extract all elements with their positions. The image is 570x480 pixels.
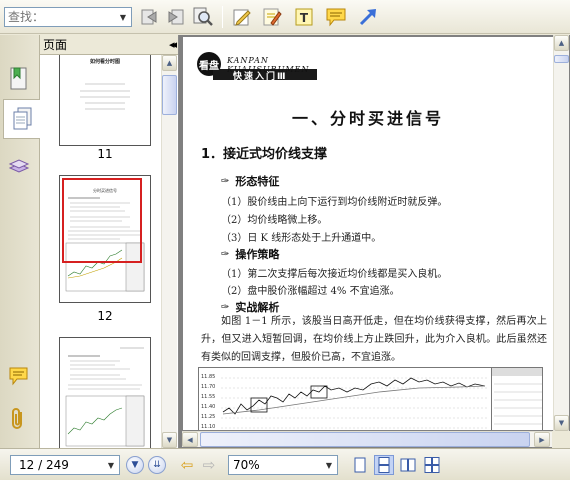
- scroll-thumb[interactable]: [554, 55, 569, 63]
- subheading-features: ✑ 形态特征: [221, 173, 279, 189]
- scroll-down-button[interactable]: ▼: [162, 432, 177, 448]
- body-line: （2）盘中股价涨幅超过 4% 不宜追涨。: [221, 286, 400, 297]
- section-heading: 1．接近式均价线支撑: [201, 147, 328, 162]
- comments-tab[interactable]: [3, 357, 35, 397]
- continuous-view-icon[interactable]: [374, 455, 394, 475]
- page-thumbnails: 如何看分时图 11 分时买进信号 12 ▲ ▼: [40, 55, 178, 448]
- prev-find-icon[interactable]: [137, 5, 161, 29]
- arrow-tool-icon[interactable]: [356, 5, 380, 29]
- intraday-chart-figure: 11.85 11.70 11.55 11.40 11.25 11.10: [198, 367, 543, 430]
- attachments-tab[interactable]: [3, 399, 35, 439]
- subheading-strategy: ✑ 操作策略: [221, 246, 279, 262]
- text-tool-icon[interactable]: T: [292, 5, 316, 29]
- document-vertical-scrollbar[interactable]: ▲ ▼: [553, 35, 569, 448]
- zoom-search-icon[interactable]: [191, 5, 215, 29]
- body-line: （1）第二次支撑后每次接近均价线都是买入良机。: [221, 269, 448, 280]
- pencil-tool-icon[interactable]: [230, 5, 254, 29]
- zoom-input[interactable]: [229, 456, 319, 474]
- zoom-combobox[interactable]: ▼: [228, 455, 338, 475]
- thumb-heading: 如何看分时图: [90, 58, 120, 65]
- quote-panel: [491, 368, 542, 430]
- logo-title: 快速入门Ⅲ: [233, 72, 288, 82]
- scrollbar-corner: [552, 431, 570, 448]
- forward-arrow-icon[interactable]: ⇨: [199, 455, 219, 475]
- navigation-statusbar: ▼ ▼ ⇊ ⇦ ⇨ ▼: [0, 448, 570, 480]
- body-paragraph: 如图 1－1 所示，该股当日高开低走，但在均价线获得支撑，然后再次上升，但又进入…: [201, 316, 547, 363]
- pen-icon: ✑: [221, 248, 230, 260]
- chevron-down-icon[interactable]: ▼: [115, 8, 131, 26]
- note-tool-icon[interactable]: [324, 5, 348, 29]
- main-toolbar: ▼ T: [0, 0, 570, 34]
- highlight-tool-icon[interactable]: [260, 5, 284, 29]
- average-line: [222, 385, 486, 415]
- page-thumbnail-12[interactable]: 分时买进信号: [59, 175, 151, 303]
- body-line: （3）日 K 线形态处于上升通道中。: [221, 233, 382, 244]
- next-page-icon[interactable]: ⇊: [148, 456, 166, 474]
- subheading-text: 形态特征: [235, 175, 280, 188]
- scroll-up-button[interactable]: ▲: [554, 35, 569, 51]
- subheading-text: 操作策略: [235, 248, 280, 261]
- bookmarks-tab[interactable]: [3, 59, 35, 99]
- sidebar-tab-strip: [0, 35, 41, 448]
- page-thumbnail-11[interactable]: 如何看分时图: [59, 55, 151, 146]
- thumbnail-label: 11: [97, 147, 113, 161]
- collapse-panel-icon[interactable]: ◂◂: [169, 38, 177, 51]
- thumbnail-label: 12: [97, 309, 113, 323]
- scroll-thumb[interactable]: [162, 75, 177, 115]
- document-horizontal-scrollbar[interactable]: ◀ ▶: [182, 431, 552, 447]
- thumb-heading: 分时买进信号: [93, 187, 117, 193]
- layers-tab[interactable]: [3, 145, 35, 185]
- back-arrow-icon[interactable]: ⇦: [177, 455, 197, 475]
- pen-icon: ✑: [221, 301, 230, 313]
- body-line: （2）均价线略微上移。: [221, 215, 328, 226]
- pages-panel-title: 页面: [43, 38, 68, 52]
- thumbnails-scrollbar[interactable]: ▲ ▼: [161, 55, 177, 448]
- previous-page-icon[interactable]: ▼: [126, 456, 144, 474]
- page-number-input[interactable]: [11, 456, 101, 474]
- pages-tab[interactable]: [3, 99, 41, 139]
- chevron-down-icon[interactable]: ▼: [321, 456, 337, 474]
- continuous-facing-view-icon[interactable]: [422, 455, 442, 475]
- document-page: 看盘 KANPAN KUAIJSURUMEN 快速入门Ⅲ 一、分时买进信号 1．…: [183, 37, 553, 430]
- pages-panel-header: 页面 ◂◂: [40, 35, 178, 55]
- page-thumbnail-13[interactable]: [59, 337, 151, 448]
- scroll-left-button[interactable]: ◀: [182, 432, 198, 447]
- pen-icon: ✑: [221, 175, 230, 187]
- find-combobox[interactable]: ▼: [4, 7, 132, 27]
- body-line: （1）股价线由上向下运行到均价线附近时就反弹。: [221, 197, 448, 208]
- find-input[interactable]: [5, 8, 113, 26]
- single-page-view-icon[interactable]: [350, 455, 370, 475]
- scroll-up-button[interactable]: ▲: [162, 55, 177, 71]
- svg-text:T: T: [300, 11, 309, 25]
- scroll-thumb[interactable]: [200, 432, 530, 447]
- chevron-down-icon[interactable]: ▼: [103, 456, 119, 474]
- toolbar-separator: [222, 6, 223, 28]
- document-viewer: 看盘 KANPAN KUAIJSURUMEN 快速入门Ⅲ 一、分时买进信号 1．…: [178, 35, 570, 448]
- scroll-down-button[interactable]: ▼: [554, 415, 569, 431]
- facing-pages-view-icon[interactable]: [398, 455, 418, 475]
- book-logo: 看盘 KANPAN KUAIJSURUMEN 快速入门Ⅲ: [193, 49, 323, 82]
- page-number-combobox[interactable]: ▼: [10, 455, 120, 475]
- next-find-icon[interactable]: [164, 5, 188, 29]
- navigation-sidebar: 页面 ◂◂ 如何看分时图 11 分时买进信号 12 ▲ ▼: [0, 35, 178, 448]
- chapter-title: 一、分时买进信号: [291, 109, 444, 128]
- scroll-right-button[interactable]: ▶: [534, 432, 550, 447]
- logo-mark: 看盘: [199, 61, 219, 72]
